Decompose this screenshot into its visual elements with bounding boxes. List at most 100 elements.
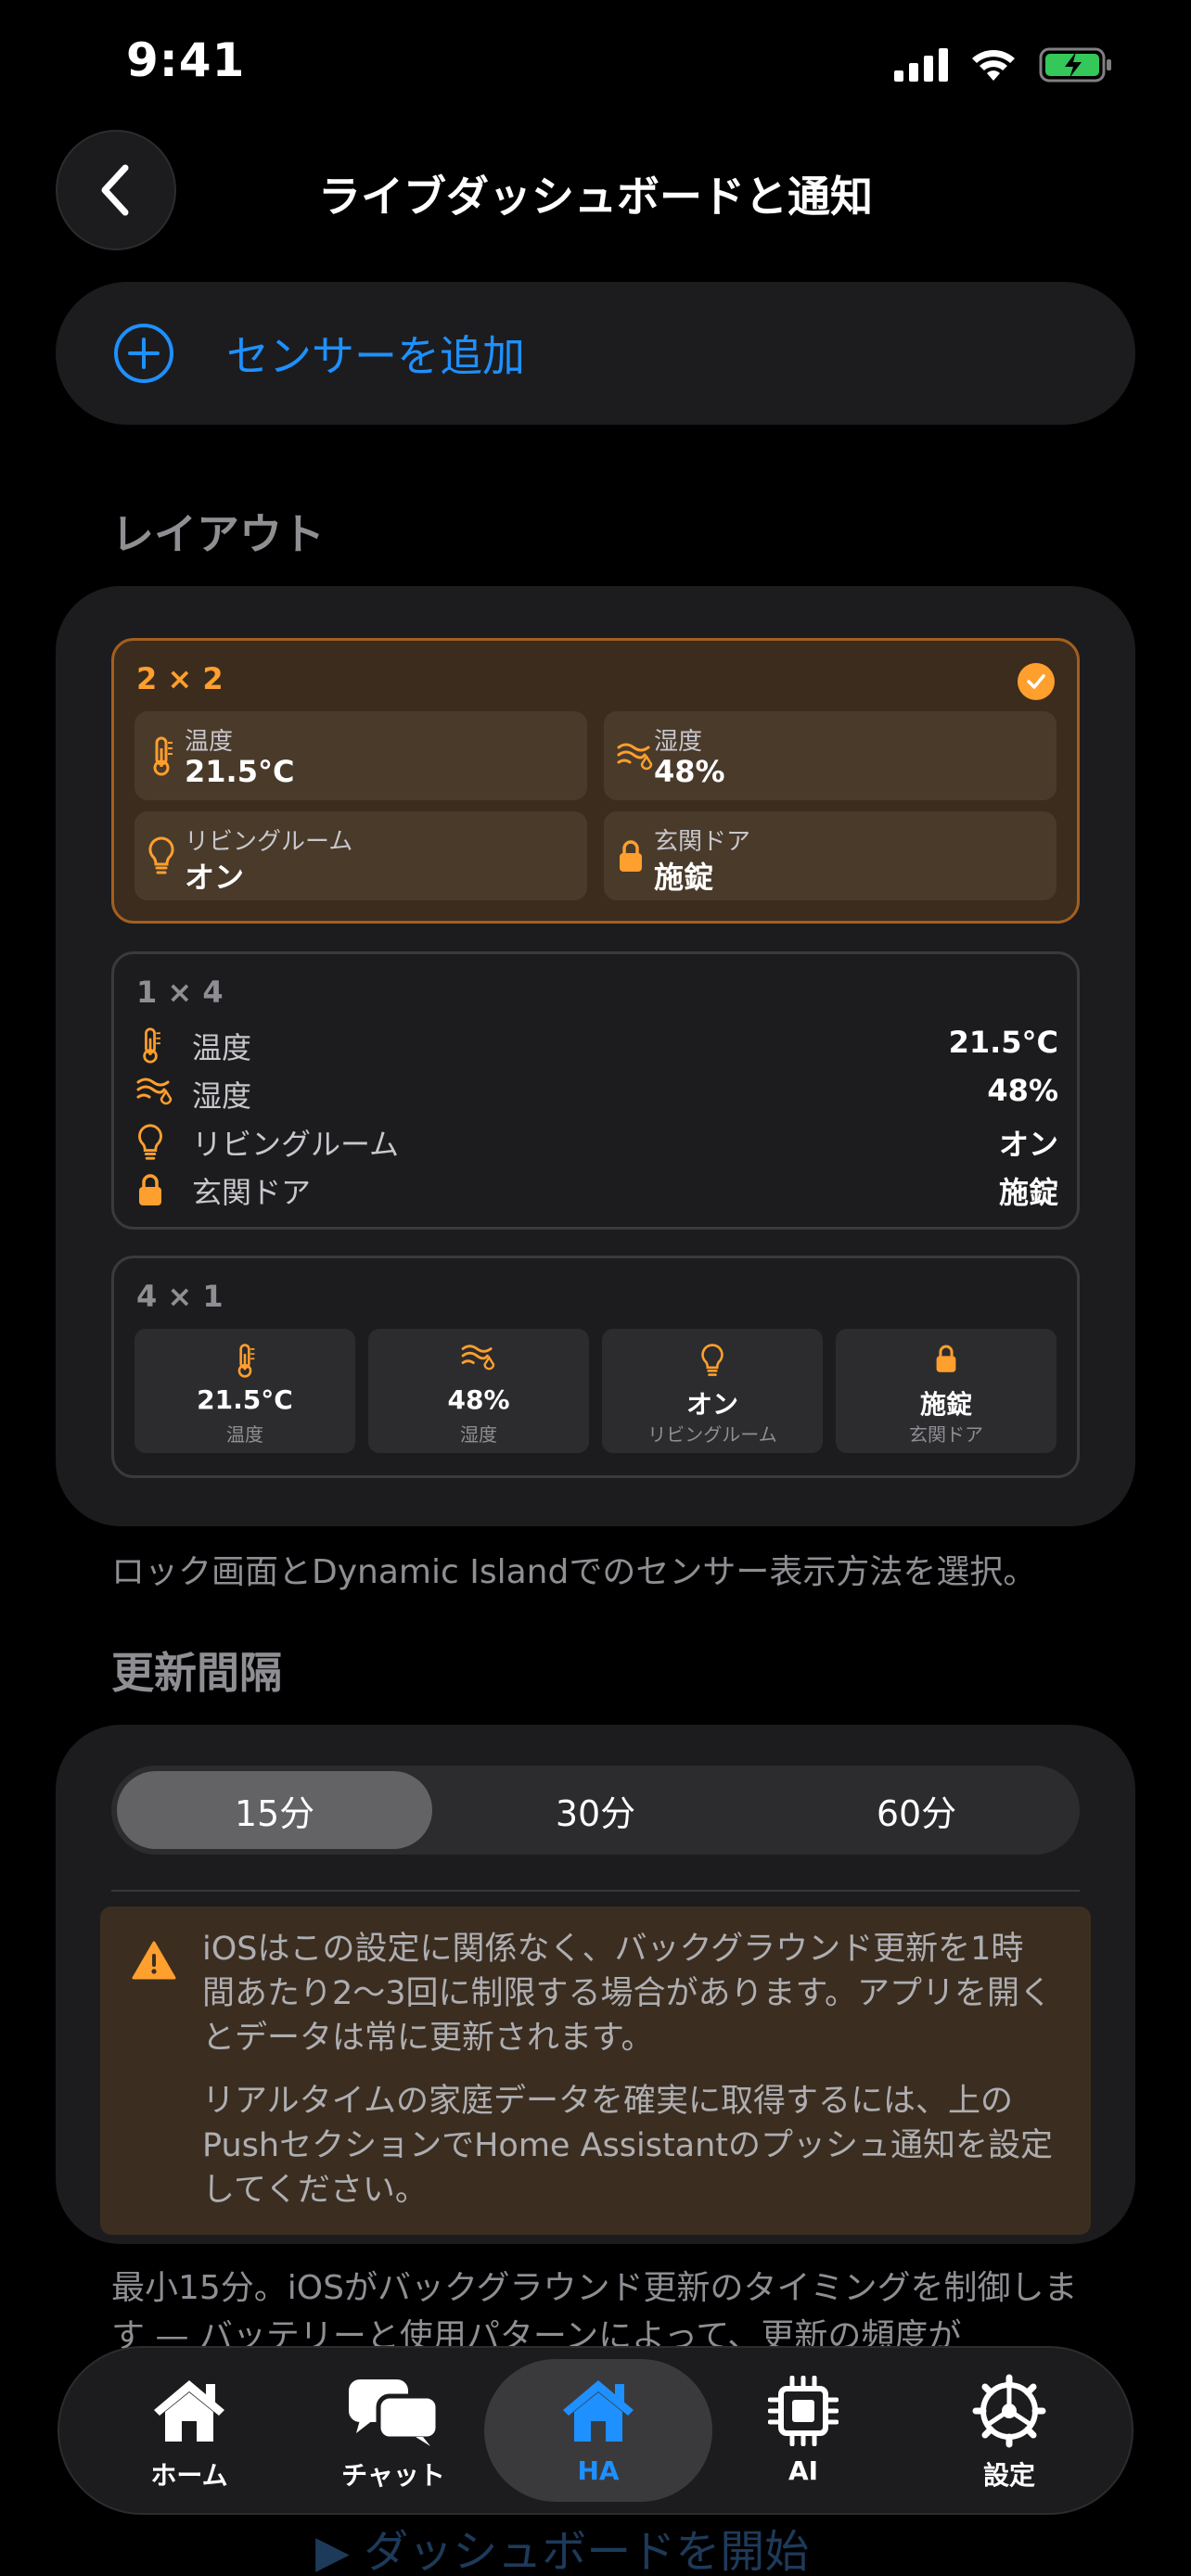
tile-label: リビングルーム <box>185 828 353 856</box>
lightbulb-icon <box>148 836 174 874</box>
humidity-icon <box>461 1345 495 1371</box>
lock-icon <box>936 1345 956 1372</box>
warning-text-1: iOSはこの設定に関係なく、バックグラウンド更新を1時間あたり2〜3回に制限する… <box>202 1931 1053 2057</box>
interval-option-60[interactable]: 60分 <box>759 1771 1074 1849</box>
battery-charging-icon <box>1039 47 1111 83</box>
column-value: オン <box>685 1389 738 1420</box>
thermometer-icon <box>143 1027 160 1064</box>
warning-text-2: リアルタイムの家庭データを確実に取得するには、上のPushセクションでHome … <box>202 2083 1054 2209</box>
layout-option-title: 4 × 1 <box>136 1279 224 1314</box>
list-row-front-door: 玄関ドア 施錠 <box>136 1166 1058 1212</box>
start-dashboard-label: ダッシュボードを開始 <box>364 2526 810 2576</box>
tile-value: 施錠 <box>654 860 714 895</box>
tile-label: 温度 <box>185 728 234 756</box>
tab-label: HA <box>577 2455 620 2486</box>
row-value: 48% <box>987 1073 1058 1108</box>
layout-caption: ロック画面とDynamic Islandでのセンサー表示方法を選択。 <box>111 1553 1037 1591</box>
layout-option-2x2[interactable]: 2 × 2 温度 21.5°C 湿度 48% リビングルーム オン 玄関ドア 施… <box>111 638 1080 924</box>
humidity-icon <box>136 1078 173 1105</box>
status-bar: 9:41 <box>0 0 1191 130</box>
column-value: 21.5°C <box>197 1384 293 1415</box>
interval-option-30[interactable]: 30分 <box>438 1771 753 1849</box>
column-value: 48% <box>447 1384 510 1415</box>
lock-icon <box>139 1174 161 1205</box>
interval-card: 15分 30分 60分 iOSはこの設定に関係なく、バックグラウンド更新を1時間… <box>56 1725 1135 2244</box>
tile-value: 21.5°C <box>185 754 295 789</box>
warning-box: iOSはこの設定に関係なく、バックグラウンド更新を1時間あたり2〜3回に制限する… <box>100 1906 1091 2235</box>
grid-tile-front-door: 玄関ドア 施錠 <box>604 811 1057 900</box>
list-row-humidity: 湿度 48% <box>136 1069 1058 1116</box>
tile-label: 玄関ドア <box>654 828 751 856</box>
layout-option-4x1[interactable]: 4 × 1 21.5°C 温度 48% 湿度 オン リビングルーム 施錠 玄関ド… <box>111 1256 1080 1478</box>
column-label: リビングルーム <box>647 1423 777 1446</box>
page-title: ライブダッシュボードと通知 <box>318 172 873 222</box>
tab-ha[interactable]: HA <box>496 2348 700 2513</box>
tab-chat[interactable]: チャット <box>291 2348 495 2513</box>
row-label: リビングルーム <box>192 1127 400 1162</box>
checkmark-icon <box>1018 663 1055 700</box>
interval-caption: 最小15分。iOSがバックグラウンド更新のタイミングを制御します — バッテリー… <box>111 2269 1078 2355</box>
lock-icon <box>620 840 642 872</box>
plus-circle-icon <box>114 324 173 383</box>
column-tile-living-room: オン リビングルーム <box>602 1329 823 1453</box>
humidity-icon <box>617 743 653 771</box>
layout-option-1x4[interactable]: 1 × 4 温度 21.5°C 湿度 48% リビングルーム オン 玄関ドア 施… <box>111 951 1080 1230</box>
tab-settings[interactable]: 設定 <box>907 2348 1111 2513</box>
tab-label: AI <box>788 2455 819 2486</box>
house-icon <box>154 2380 224 2442</box>
row-label: 温度 <box>192 1030 252 1065</box>
nav-header: ライブダッシュボードと通知 <box>0 130 1191 260</box>
add-sensor-label: センサーを追加 <box>226 331 525 381</box>
status-time: 9:41 <box>126 33 246 87</box>
column-value: 施錠 <box>919 1389 972 1420</box>
tab-ai[interactable]: AI <box>701 2348 905 2513</box>
divider <box>111 1890 1080 1892</box>
tab-label: 設定 <box>982 2460 1035 2491</box>
start-dashboard-button[interactable]: ▶ ダッシュボードを開始 <box>315 2515 809 2576</box>
tab-bar: ホーム チャット HA AI 設定 <box>58 2346 1133 2515</box>
column-tile-humidity: 48% 湿度 <box>368 1329 589 1453</box>
column-label: 温度 <box>226 1423 263 1446</box>
home-assistant-icon <box>563 2380 634 2442</box>
cellular-signal-icon <box>894 48 948 82</box>
column-label: 玄関ドア <box>909 1423 983 1446</box>
thermometer-icon <box>237 1344 255 1378</box>
status-icons <box>894 46 1113 83</box>
column-tile-front-door: 施錠 玄関ドア <box>836 1329 1057 1453</box>
layout-card: 2 × 2 温度 21.5°C 湿度 48% リビングルーム オン 玄関ドア 施… <box>56 586 1135 1526</box>
grid-tile-temperature: 温度 21.5°C <box>134 711 587 800</box>
layout-option-title: 2 × 2 <box>136 661 224 696</box>
grid-tile-humidity: 湿度 48% <box>604 711 1057 800</box>
tile-label: 湿度 <box>654 728 703 756</box>
gear-icon <box>972 2374 1046 2448</box>
play-icon: ▶ <box>315 2526 350 2576</box>
thermometer-icon <box>153 736 173 776</box>
tab-label: チャット <box>341 2460 445 2491</box>
layout-option-title: 1 × 4 <box>136 975 224 1010</box>
column-tile-temperature: 21.5°C 温度 <box>134 1329 355 1453</box>
interval-option-15[interactable]: 15分 <box>117 1771 432 1849</box>
chip-icon <box>768 2376 839 2446</box>
row-value: 21.5°C <box>948 1025 1058 1060</box>
tile-value: オン <box>185 860 245 895</box>
warning-triangle-icon <box>132 1941 176 1980</box>
interval-segmented-control: 15分 30分 60分 <box>111 1766 1080 1855</box>
layout-section-title: レイアウト <box>111 509 325 559</box>
lightbulb-icon <box>701 1344 724 1376</box>
tile-value: 48% <box>654 754 725 789</box>
list-row-living-room: リビングルーム オン <box>136 1117 1058 1164</box>
column-label: 湿度 <box>460 1423 497 1446</box>
row-label: 玄関ドア <box>192 1175 312 1210</box>
row-value: 施錠 <box>998 1175 1058 1210</box>
row-value: オン <box>998 1127 1058 1162</box>
add-sensor-button[interactable]: センサーを追加 <box>56 282 1135 425</box>
chat-bubbles-icon <box>349 2379 440 2446</box>
row-label: 湿度 <box>192 1078 252 1114</box>
lightbulb-icon <box>138 1124 162 1160</box>
tab-label: ホーム <box>150 2460 228 2491</box>
grid-tile-living-room: リビングルーム オン <box>134 811 587 900</box>
interval-section-title: 更新間隔 <box>111 1648 282 1698</box>
list-row-temperature: 温度 21.5°C <box>136 1021 1058 1067</box>
wifi-icon <box>972 50 1015 81</box>
tab-home[interactable]: ホーム <box>87 2348 291 2513</box>
